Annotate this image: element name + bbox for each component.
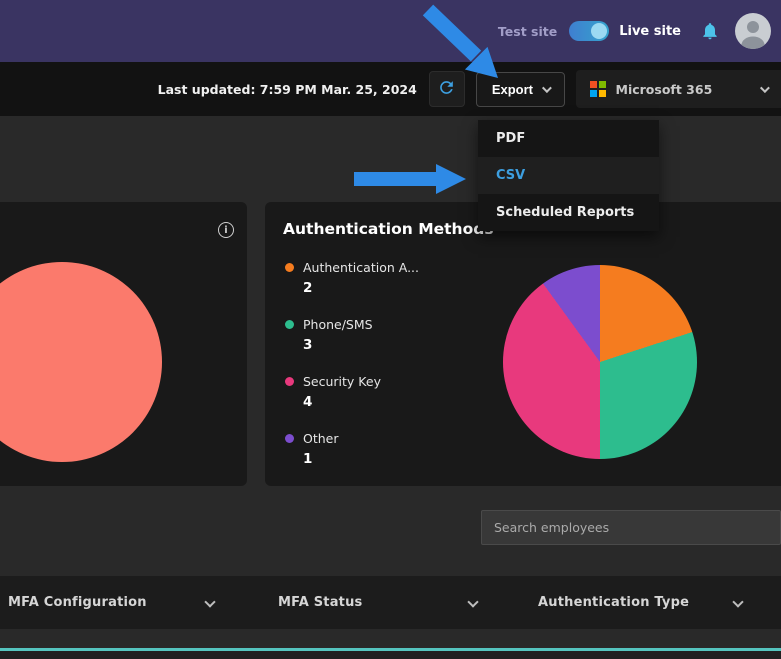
legend-value: 2: [303, 280, 419, 296]
chevron-down-icon[interactable]: [467, 596, 478, 607]
legend-value: 4: [303, 394, 381, 410]
site-mode-toggle[interactable]: [569, 21, 609, 41]
microsoft-logo-icon: [590, 81, 606, 97]
legend-item: Authentication A... 2: [285, 260, 419, 296]
pie-legend: Authentication A... 2 Phone/SMS 3 Securi…: [285, 260, 419, 486]
info-icon[interactable]: i: [218, 222, 234, 238]
column-header-authentication-type: Authentication Type: [538, 576, 689, 629]
export-button-label: Export: [492, 82, 533, 97]
table-header: MFA Configuration MFA Status Authenticat…: [0, 576, 781, 629]
tenant-selector[interactable]: Microsoft 365: [576, 70, 781, 108]
menu-item-csv[interactable]: CSV: [478, 157, 659, 194]
legend-dot: [285, 434, 294, 443]
legend-dot: [285, 320, 294, 329]
user-avatar[interactable]: [735, 13, 771, 49]
notifications-bell-icon[interactable]: [699, 20, 721, 42]
card-title: Authentication Methods: [283, 220, 494, 238]
legend-dot: [285, 377, 294, 386]
authentication-methods-card: Authentication Methods Authentication A.…: [265, 202, 781, 486]
chevron-down-icon[interactable]: [204, 596, 215, 607]
search-employees-input[interactable]: [481, 510, 781, 545]
legend-value: 3: [303, 337, 373, 353]
authentication-methods-pie-chart: [503, 265, 697, 459]
left-pie-chart: [0, 262, 162, 462]
legend-item: Other 1: [285, 431, 419, 467]
export-dropdown-menu: PDF CSV Scheduled Reports: [478, 120, 659, 231]
legend-item: Phone/SMS 3: [285, 317, 419, 353]
legend-label: Other: [303, 431, 339, 446]
legend-value: 1: [303, 451, 339, 467]
legend-label: Authentication A...: [303, 260, 419, 275]
legend-label: Security Key: [303, 374, 381, 389]
toolbar: Last updated: 7:59 PM Mar. 25, 2024 Expo…: [0, 62, 781, 116]
legend-dot: [285, 263, 294, 272]
chevron-down-icon: [760, 83, 770, 93]
toggle-knob: [591, 23, 607, 39]
test-site-label: Test site: [498, 24, 557, 39]
refresh-button[interactable]: [429, 71, 465, 107]
table-row-sliver: [0, 651, 781, 659]
column-header-mfa-configuration: MFA Configuration: [8, 576, 147, 629]
dashboard-screen: Test site Live site Last updated: 7:59 P…: [0, 0, 781, 659]
annotation-arrow-csv: [348, 160, 470, 200]
top-header: Test site Live site: [0, 0, 781, 62]
tenant-selector-label: Microsoft 365: [616, 82, 751, 97]
menu-item-pdf[interactable]: PDF: [478, 120, 659, 157]
export-button[interactable]: Export: [476, 72, 565, 107]
column-header-mfa-status: MFA Status: [278, 576, 362, 629]
chevron-down-icon[interactable]: [732, 596, 743, 607]
refresh-icon: [437, 78, 456, 100]
menu-item-scheduled-reports[interactable]: Scheduled Reports: [478, 194, 659, 231]
chevron-down-icon: [542, 83, 552, 93]
last-updated-text: Last updated: 7:59 PM Mar. 25, 2024: [158, 82, 417, 97]
legend-item: Security Key 4: [285, 374, 419, 410]
left-chart-card: i: [0, 202, 247, 486]
legend-label: Phone/SMS: [303, 317, 373, 332]
live-site-label: Live site: [619, 24, 681, 39]
